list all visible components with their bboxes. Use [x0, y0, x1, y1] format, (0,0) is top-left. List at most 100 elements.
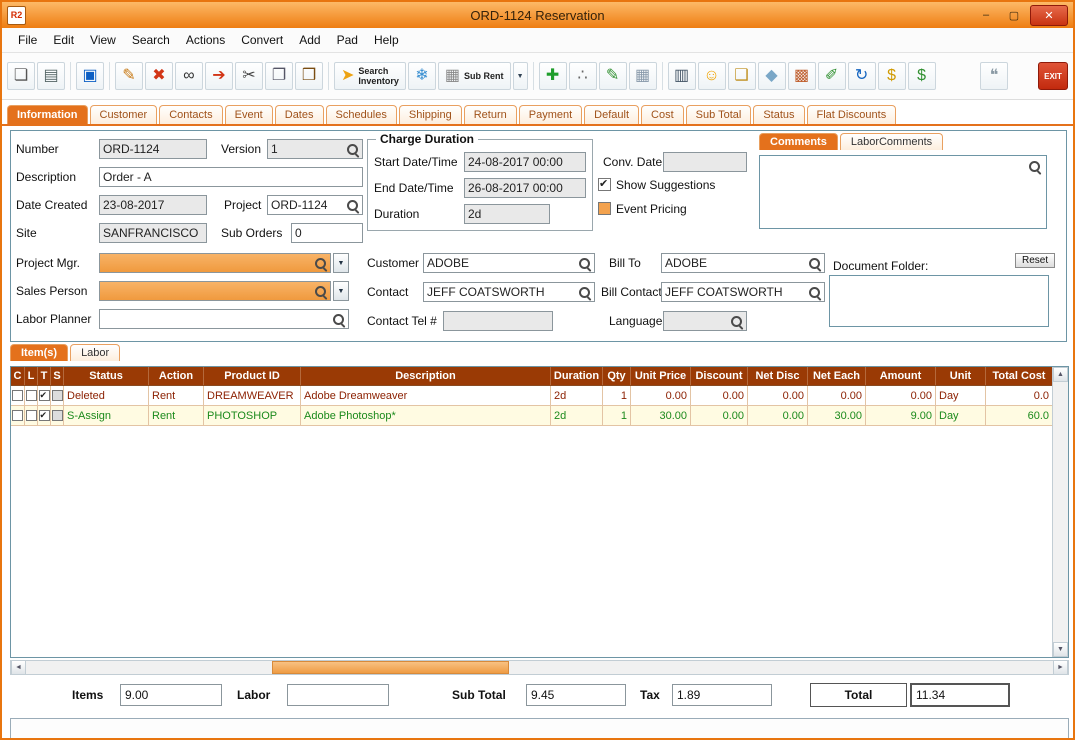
sales-person-dropdown-button[interactable]: ▼: [333, 281, 349, 301]
close-button[interactable]: ✕: [1030, 5, 1068, 26]
event-pricing-checkbox[interactable]: [598, 202, 611, 215]
billing-button[interactable]: $: [908, 62, 936, 90]
site-field[interactable]: SANFRANCISCO: [99, 223, 207, 243]
search-inventory-button[interactable]: ➤SearchInventory: [334, 62, 406, 90]
search-icon[interactable]: [808, 286, 821, 299]
reset-button[interactable]: Reset: [1015, 253, 1055, 268]
tab-schedules[interactable]: Schedules: [326, 105, 397, 124]
search-icon[interactable]: [730, 315, 743, 328]
smiley-button[interactable]: ☺: [698, 62, 726, 90]
tab-shipping[interactable]: Shipping: [399, 105, 462, 124]
title-bar[interactable]: R2 ORD-1124 Reservation – ▢ ✕: [2, 2, 1073, 28]
search-icon[interactable]: [332, 313, 345, 326]
date-created-field[interactable]: 23-08-2017: [99, 195, 207, 215]
column-header-status[interactable]: Status: [64, 367, 149, 385]
tab-payment[interactable]: Payment: [519, 105, 582, 124]
bill-contact-field[interactable]: JEFF COATSWORTH: [661, 282, 825, 302]
sub-rent-button[interactable]: ▦Sub Rent: [438, 62, 511, 90]
scroll-right-button[interactable]: ►: [1053, 661, 1068, 674]
contact-field[interactable]: JEFF COATSWORTH: [423, 282, 595, 302]
total-field[interactable]: 11.34: [910, 683, 1010, 707]
sub-rent-options-button[interactable]: ▼: [513, 62, 528, 90]
search-icon[interactable]: [346, 143, 359, 156]
tab-sub-total[interactable]: Sub Total: [686, 105, 752, 124]
end-date-field[interactable]: 26-08-2017 00:00: [464, 178, 586, 198]
number-field[interactable]: ORD-1124: [99, 139, 207, 159]
duration-field[interactable]: 2d: [464, 204, 550, 224]
comment-button[interactable]: ❝: [980, 62, 1008, 90]
column-header-s[interactable]: S: [51, 367, 64, 385]
print-button[interactable]: ▤: [37, 62, 65, 90]
start-date-field[interactable]: 24-08-2017 00:00: [464, 152, 586, 172]
tab-laborcomments[interactable]: LaborComments: [840, 133, 943, 150]
menu-pad[interactable]: Pad: [329, 30, 366, 50]
document-folder-box[interactable]: [829, 275, 1049, 327]
vertical-scrollbar[interactable]: ▲ ▼: [1052, 367, 1068, 657]
menu-convert[interactable]: Convert: [233, 30, 291, 50]
menu-edit[interactable]: Edit: [45, 30, 82, 50]
scroll-up-button[interactable]: ▲: [1053, 367, 1068, 382]
version-field[interactable]: 1: [267, 139, 363, 159]
horizontal-scroll-track[interactable]: [26, 661, 1053, 674]
notes-button[interactable]: ✎: [599, 62, 627, 90]
column-header-l[interactable]: L: [25, 367, 38, 385]
copy-button[interactable]: ❐: [265, 62, 293, 90]
tab-cost[interactable]: Cost: [641, 105, 684, 124]
search-icon[interactable]: [1028, 160, 1041, 173]
row-checkbox[interactable]: [52, 390, 63, 401]
language-field[interactable]: [663, 311, 747, 331]
search-icon[interactable]: [578, 257, 591, 270]
contact-tel-field[interactable]: [443, 311, 553, 331]
project-field[interactable]: ORD-1124: [267, 195, 363, 215]
column-header-total-cost[interactable]: Total Cost: [986, 367, 1053, 385]
row-checkbox[interactable]: [12, 410, 23, 421]
documents-button[interactable]: ❑: [728, 62, 756, 90]
column-header-action[interactable]: Action: [149, 367, 204, 385]
show-suggestions-checkbox[interactable]: [598, 178, 611, 191]
table-row[interactable]: S-AssignRentPHOTOSHOPAdobe Photoshop*2d1…: [11, 406, 1053, 426]
tab-dates[interactable]: Dates: [275, 105, 324, 124]
tab-customer[interactable]: Customer: [90, 105, 158, 124]
tab-flat-discounts[interactable]: Flat Discounts: [807, 105, 897, 124]
horizontal-scroll-thumb[interactable]: [272, 661, 508, 674]
paste-button[interactable]: ❒: [295, 62, 323, 90]
search-icon[interactable]: [314, 257, 327, 270]
column-header-c[interactable]: C: [11, 367, 25, 385]
menu-view[interactable]: View: [82, 30, 124, 50]
row-checkbox[interactable]: [39, 390, 50, 401]
update-notes-button[interactable]: ✐: [818, 62, 846, 90]
save-button[interactable]: ▣: [76, 62, 104, 90]
column-header-discount[interactable]: Discount: [691, 367, 748, 385]
labor-total-field[interactable]: [287, 684, 389, 706]
project-mgr-field[interactable]: [99, 253, 331, 273]
add-to-order-button[interactable]: ❄: [408, 62, 436, 90]
menu-add[interactable]: Add: [291, 30, 328, 50]
delete-button[interactable]: ✖: [145, 62, 173, 90]
scroll-left-button[interactable]: ◄: [11, 661, 26, 674]
search-icon[interactable]: [808, 257, 821, 270]
sub-orders-field[interactable]: 0: [291, 223, 363, 243]
tab-comments[interactable]: Comments: [759, 133, 838, 150]
tab-contacts[interactable]: Contacts: [159, 105, 222, 124]
minimize-button[interactable]: –: [974, 7, 998, 24]
tab-event[interactable]: Event: [225, 105, 273, 124]
column-header-unit-price[interactable]: Unit Price: [631, 367, 691, 385]
scroll-down-button[interactable]: ▼: [1053, 642, 1068, 657]
column-header-net-each[interactable]: Net Each: [808, 367, 866, 385]
subtotal-field[interactable]: 9.45: [526, 684, 626, 706]
sales-person-field[interactable]: [99, 281, 331, 301]
column-header-product-id[interactable]: Product ID: [204, 367, 301, 385]
row-checkbox[interactable]: [26, 390, 37, 401]
column-header-description[interactable]: Description: [301, 367, 551, 385]
search-icon[interactable]: [346, 199, 359, 212]
row-checkbox[interactable]: [39, 410, 50, 421]
exit-button[interactable]: EXIT: [1038, 62, 1068, 90]
pad-button[interactable]: ▦: [629, 62, 657, 90]
description-field[interactable]: Order - A: [99, 167, 363, 187]
items-total-field[interactable]: 9.00: [120, 684, 222, 706]
charges-button[interactable]: $: [878, 62, 906, 90]
menu-actions[interactable]: Actions: [178, 30, 233, 50]
column-header-duration[interactable]: Duration: [551, 367, 603, 385]
column-header-t[interactable]: T: [38, 367, 51, 385]
bill-to-field[interactable]: ADOBE: [661, 253, 825, 273]
